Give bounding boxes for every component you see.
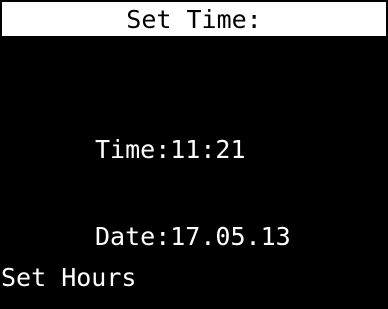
set-hours-softkey[interactable]: Set Hours bbox=[1, 263, 136, 292]
date-readout: Date:17.05.13 bbox=[95, 222, 291, 251]
title-bar: Set Time: bbox=[0, 0, 388, 38]
lcd-screen: Set Time: Time:11:21 Date:17.05.13 Set H… bbox=[0, 0, 388, 292]
screen-title: Set Time: bbox=[126, 4, 262, 34]
time-readout: Time:11:21 bbox=[95, 135, 246, 164]
